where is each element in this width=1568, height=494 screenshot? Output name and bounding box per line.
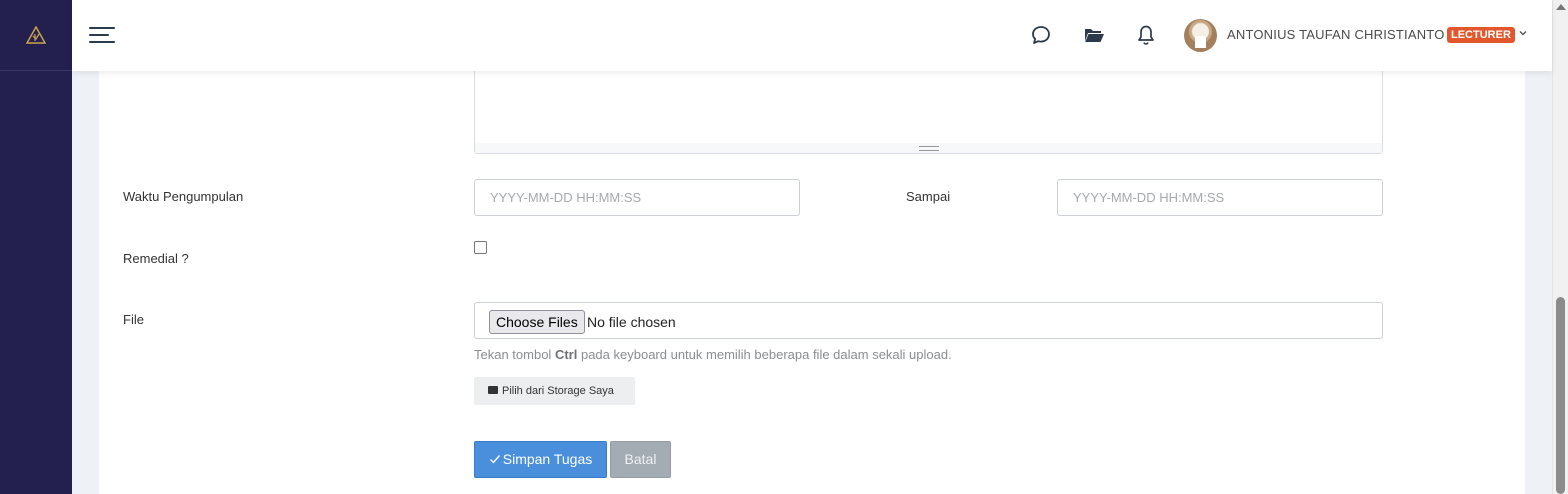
top-navbar: ANTONIUS TAUFAN CHRISTIANTO LECTURER <box>72 0 1552 71</box>
file-label: File <box>123 312 144 327</box>
remedial-label: Remedial ? <box>123 251 189 266</box>
user-name[interactable]: ANTONIUS TAUFAN CHRISTIANTO <box>1227 27 1445 42</box>
file-help-text: Tekan tombol Ctrl pada keyboard untuk me… <box>474 347 952 362</box>
scroll-up-arrow-icon[interactable] <box>1556 4 1566 10</box>
submission-time-label: Waktu Pengumpulan <box>123 189 244 204</box>
pick-from-storage-button[interactable]: Pilih dari Storage Saya <box>474 377 635 405</box>
file-input[interactable]: Choose Files No file chosen <box>474 302 1383 339</box>
cancel-button[interactable]: Batal <box>610 441 671 478</box>
folder-open-icon <box>488 386 498 394</box>
save-assignment-button[interactable]: Simpan Tugas <box>474 441 607 478</box>
page-scrollbar[interactable] <box>1552 0 1568 494</box>
chat-icon[interactable] <box>1029 23 1053 47</box>
scroll-thumb[interactable] <box>1556 297 1565 494</box>
until-label: Sampai <box>906 189 951 204</box>
file-status: No file chosen <box>587 314 676 330</box>
ctrl-key: Ctrl <box>554 347 578 362</box>
chevron-down-icon[interactable] <box>1518 28 1528 38</box>
folder-icon[interactable] <box>1082 23 1106 47</box>
app-logo[interactable] <box>0 0 72 71</box>
choose-files-button[interactable]: Choose Files <box>489 310 585 334</box>
menu-icon[interactable] <box>89 24 115 46</box>
submission-start-input[interactable]: YYYY-MM-DD HH:MM:SS <box>474 179 800 216</box>
sidebar <box>0 0 72 494</box>
submission-end-input[interactable]: YYYY-MM-DD HH:MM:SS <box>1057 179 1383 216</box>
remedial-checkbox[interactable] <box>474 241 487 254</box>
resize-handle-icon[interactable] <box>919 146 939 151</box>
logo-icon <box>26 26 46 44</box>
description-textarea[interactable] <box>474 71 1383 154</box>
role-badge: LECTURER <box>1447 27 1515 43</box>
check-icon <box>489 455 500 464</box>
form-card: Waktu Pengumpulan YYYY-MM-DD HH:MM:SS Sa… <box>99 71 1525 494</box>
avatar[interactable] <box>1184 19 1217 52</box>
bell-icon[interactable] <box>1134 23 1158 47</box>
